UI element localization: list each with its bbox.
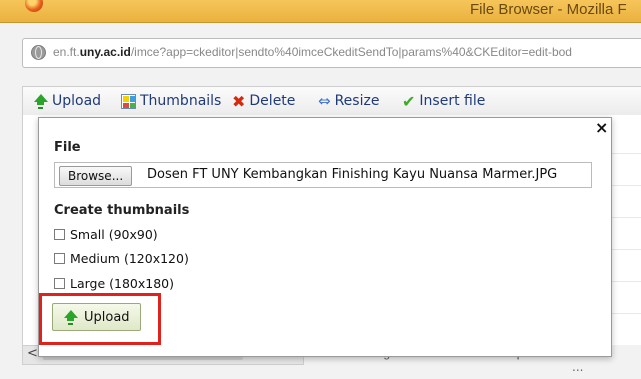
resize-icon: ⇔ xyxy=(318,91,331,110)
toolbar-thumbnails-label: Thumbnails xyxy=(140,93,222,109)
firefox-icon xyxy=(25,0,43,12)
upload-button[interactable]: Upload xyxy=(52,303,141,331)
file-label: File xyxy=(54,140,81,155)
large-checkbox[interactable] xyxy=(54,277,65,289)
large-option-label: Large (180x180) xyxy=(70,275,175,291)
toolbar-insert-file-label: Insert file xyxy=(419,93,486,109)
medium-checkbox[interactable] xyxy=(54,252,65,264)
small-option-label: Small (90x90) xyxy=(70,226,158,242)
toolbar-insert-file-button[interactable]: ✔ Insert file xyxy=(402,92,485,110)
medium-option-label: Medium (120x120) xyxy=(70,250,189,266)
thumbnails-icon xyxy=(121,93,136,109)
scroll-left-arrow[interactable]: < xyxy=(27,346,38,361)
delete-icon: ✖ xyxy=(232,91,246,111)
file-input[interactable]: Browse... Dosen FT UNY Kembangkan Finish… xyxy=(54,162,592,188)
globe-icon xyxy=(31,45,46,60)
toolbar-delete-label: Delete xyxy=(249,93,296,109)
toolbar-upload-label: Upload xyxy=(52,93,102,109)
small-checkbox[interactable] xyxy=(54,228,65,240)
browse-button[interactable]: Browse... xyxy=(59,166,133,186)
url-text[interactable]: en.ft.uny.ac.id/imce?app=ckeditor|sendto… xyxy=(53,45,572,59)
status-more: ... xyxy=(572,360,584,374)
toolbar-upload-button[interactable]: Upload xyxy=(33,92,101,110)
toolbar-resize-button[interactable]: ⇔ Resize xyxy=(318,92,379,110)
selected-file-name: Dosen FT UNY Kembangkan Finishing Kayu N… xyxy=(147,167,558,182)
upload-dialog: × File Browse... Dosen FT UNY Kembangkan… xyxy=(38,117,612,357)
thumbnail-option-small[interactable]: Small (90x90) xyxy=(54,226,158,242)
toolbar-thumbnails-button[interactable]: Thumbnails xyxy=(121,92,221,110)
close-icon[interactable]: × xyxy=(595,118,608,137)
create-thumbnails-label: Create thumbnails xyxy=(54,203,190,218)
thumbnail-option-medium[interactable]: Medium (120x120) xyxy=(54,250,189,266)
window-titlebar: File Browser - Mozilla F xyxy=(0,0,641,23)
toolbar-resize-label: Resize xyxy=(334,93,380,109)
address-bar[interactable]: en.ft.uny.ac.id/imce?app=ckeditor|sendto… xyxy=(22,38,641,68)
upload-icon xyxy=(63,309,78,325)
thumbnail-option-large[interactable]: Large (180x180) xyxy=(54,275,174,291)
toolbar-delete-button[interactable]: ✖ Delete xyxy=(232,92,295,110)
check-icon: ✔ xyxy=(402,91,416,111)
upload-icon xyxy=(33,93,48,109)
imce-toolbar: Upload Thumbnails ✖ Delete ⇔ Resize ✔ In… xyxy=(22,86,641,116)
window-title: File Browser - Mozilla F xyxy=(470,1,627,18)
upload-button-label: Upload xyxy=(84,309,130,325)
